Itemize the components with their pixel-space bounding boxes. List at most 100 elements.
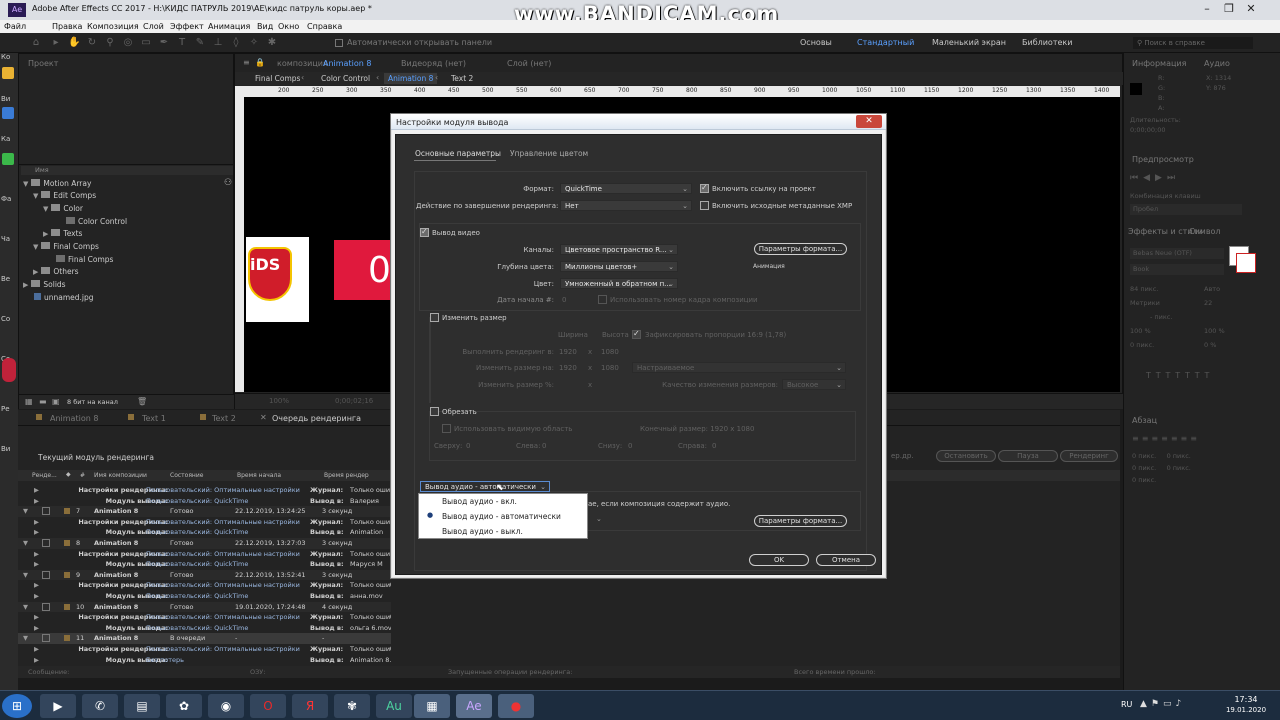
- start-button[interactable]: ⊞: [2, 694, 32, 718]
- language-indicator[interactable]: RU: [1121, 700, 1132, 709]
- render-checkbox[interactable]: [42, 634, 50, 643]
- app-icon[interactable]: ✾: [334, 694, 370, 718]
- expand-triangle-icon[interactable]: ▶: [34, 656, 39, 664]
- render-item-row[interactable]: ▼ 7 Animation 8 Готово 22.12.2019, 13:24:25 3…: [18, 506, 391, 517]
- expand-triangle-icon[interactable]: ▶: [34, 560, 39, 568]
- camera-tool-icon[interactable]: ◎: [122, 37, 134, 49]
- render-checkbox[interactable]: [42, 507, 50, 516]
- expand-triangle-icon[interactable]: ▼: [23, 507, 28, 515]
- new-folder-icon[interactable]: ▬: [39, 397, 47, 406]
- col-header[interactable]: #: [80, 472, 85, 479]
- rotate-tool-icon[interactable]: ↻: [86, 37, 98, 49]
- new-comp-icon[interactable]: ▣: [52, 397, 60, 406]
- col-header[interactable]: Имя композиции: [94, 472, 147, 479]
- playback-controls[interactable]: ⏮◀▶⏭: [1130, 173, 1180, 183]
- menu-help[interactable]: Справка: [307, 22, 342, 31]
- project-item[interactable]: ▶ Others: [33, 267, 79, 279]
- selection-tool-icon[interactable]: ▸: [50, 37, 62, 49]
- project-item[interactable]: ▼ Color: [43, 204, 83, 216]
- render-item-row[interactable]: ▼ 8 Animation 8 Готово 22.12.2019, 13:27:03 3…: [18, 538, 391, 549]
- breadcrumb-item[interactable]: Final Comps: [255, 74, 300, 83]
- use-roi-checkbox[interactable]: [442, 424, 451, 433]
- tab-basic-settings[interactable]: Основные параметры: [415, 149, 501, 158]
- breadcrumb-item[interactable]: Color Control: [321, 74, 370, 83]
- output-module-row[interactable]: ▶ Модуль вывода: Без потерь Вывод в: Animati…: [18, 655, 391, 666]
- timeline-tab[interactable]: Text 1: [142, 414, 166, 423]
- comp-tab-name[interactable]: Animation 8: [323, 59, 371, 68]
- render-item-row[interactable]: ▼ 10 Animation 8 Готово 19.01.2020, 17:24:48…: [18, 601, 391, 613]
- col-header[interactable]: Ренде...: [32, 472, 57, 479]
- project-item[interactable]: ▼ Final Comps: [33, 242, 99, 254]
- post-render-select[interactable]: Нет ⌄: [560, 200, 692, 211]
- close-tab-icon[interactable]: ✕: [260, 413, 267, 422]
- app-icon[interactable]: ✿: [166, 694, 202, 718]
- pause-queue-button[interactable]: ер.др.: [891, 452, 913, 460]
- include-xmp-checkbox[interactable]: [700, 201, 709, 210]
- close-window-button[interactable]: ✕: [1241, 2, 1261, 16]
- tray-icons[interactable]: ▲⚑▭♪: [1140, 699, 1185, 709]
- interpret-footage-icon[interactable]: ▦: [25, 397, 33, 406]
- output-module-row[interactable]: ▶ Модуль вывода: Пользовательский: QuickTi…: [18, 559, 391, 570]
- expand-triangle-icon[interactable]: ▶: [34, 624, 39, 632]
- col-header[interactable]: Время начала: [237, 472, 281, 479]
- bandicam-icon[interactable]: ●: [498, 694, 534, 718]
- menu-layer[interactable]: Слой: [143, 22, 164, 31]
- expand-triangle-icon[interactable]: ▶: [34, 518, 39, 526]
- expand-triangle-icon[interactable]: ▼: [23, 603, 28, 611]
- footage-tab[interactable]: Видеоряд (нет): [401, 59, 466, 68]
- eraser-tool-icon[interactable]: ◊: [230, 37, 242, 49]
- explorer-icon[interactable]: ▤: [124, 694, 160, 718]
- output-module-row[interactable]: ▶ Модуль вывода: Пользовательский: QuickTi…: [18, 591, 391, 602]
- shortcut-select[interactable]: Пробел: [1130, 204, 1242, 215]
- app-icon[interactable]: [2, 153, 14, 165]
- expand-triangle-icon[interactable]: ▶: [34, 497, 39, 505]
- render-queue-tab[interactable]: Очередь рендеринга: [272, 414, 361, 423]
- info-tab[interactable]: Информация: [1132, 59, 1186, 68]
- expand-triangle-icon[interactable]: ▼: [23, 571, 28, 579]
- auto-panels-checkbox[interactable]: [335, 39, 343, 47]
- menu-file[interactable]: Файл: [4, 22, 26, 31]
- expand-triangle-icon[interactable]: ▶: [34, 486, 39, 494]
- after-effects-icon[interactable]: Ae: [456, 694, 492, 718]
- render-item-row[interactable]: ▼ 9 Animation 8 Готово 22.12.2019, 13:52:41 3…: [18, 569, 391, 581]
- app-icon[interactable]: [2, 358, 16, 382]
- audio-option-off[interactable]: Вывод аудио - выкл.: [442, 527, 523, 536]
- project-item[interactable]: ▼ Motion Array: [23, 179, 91, 191]
- ok-button[interactable]: OK: [749, 554, 809, 566]
- project-item[interactable]: Final Comps: [53, 255, 113, 267]
- maximize-button[interactable]: ❐: [1219, 2, 1239, 16]
- preview-tab[interactable]: Предпросмотр: [1132, 155, 1194, 164]
- render-settings-row[interactable]: ▶ Настройки рендеринга: Пользовательский: …: [18, 517, 391, 528]
- expand-triangle-icon[interactable]: ▶: [34, 645, 39, 653]
- zoom-tool-icon[interactable]: ⚲: [104, 37, 116, 49]
- stamp-tool-icon[interactable]: ⊥: [212, 37, 224, 49]
- flowchart-icon[interactable]: ⚇: [224, 178, 232, 188]
- render-checkbox[interactable]: [42, 570, 50, 579]
- stroke-color-swatch[interactable]: [1236, 253, 1256, 273]
- audio-format-options-button[interactable]: Параметры формата...: [754, 515, 847, 527]
- stop-button[interactable]: Остановить: [936, 450, 996, 462]
- roto-tool-icon[interactable]: ✧: [248, 37, 260, 49]
- expand-triangle-icon[interactable]: ▼: [23, 634, 28, 642]
- resize-quality-select[interactable]: Высокое ⌄: [782, 379, 846, 390]
- menu-icon[interactable]: ≡: [243, 58, 250, 67]
- workspace-small-screen[interactable]: Маленький экран: [932, 38, 1006, 47]
- breadcrumb-item-active[interactable]: Animation 8: [384, 73, 438, 84]
- paragraph-tab[interactable]: Абзац: [1132, 416, 1157, 425]
- expand-triangle-icon[interactable]: ▶: [34, 528, 39, 536]
- label-icon[interactable]: ◆: [66, 471, 71, 478]
- zoom-select[interactable]: 100%: [269, 397, 289, 405]
- resize-checkbox[interactable]: [430, 313, 439, 322]
- expand-triangle-icon[interactable]: ▼: [23, 539, 28, 547]
- render-settings-row[interactable]: ▶ Настройки рендеринга: Пользовательский: …: [18, 549, 391, 560]
- project-item[interactable]: Color Control: [63, 217, 127, 229]
- expand-triangle-icon[interactable]: ▶: [34, 592, 39, 600]
- tab-color-management[interactable]: Управление цветом: [510, 149, 588, 158]
- expand-triangle-icon[interactable]: ▶: [34, 581, 39, 589]
- dialog-close-button[interactable]: ✕: [856, 115, 882, 128]
- video-format-options-button[interactable]: Параметры формата...: [754, 243, 847, 255]
- color-select[interactable]: Умноженный в обратном п... ⌄: [560, 278, 678, 289]
- render-settings-row[interactable]: ▶ Настройки рендеринга: Пользовательский: …: [18, 485, 391, 496]
- workspace-essentials[interactable]: Основы: [800, 38, 832, 47]
- audition-icon[interactable]: Au: [376, 694, 412, 718]
